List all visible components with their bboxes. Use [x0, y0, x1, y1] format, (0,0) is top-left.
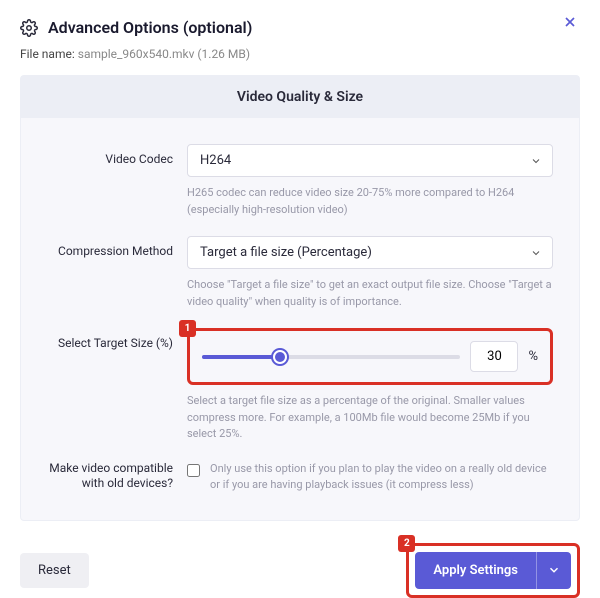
codec-value: H264: [200, 153, 231, 168]
codec-help: H265 codec can reduce video size 20-75% …: [187, 185, 553, 218]
modal-footer: Reset 2 Apply Settings: [20, 543, 580, 598]
callout-badge: 1: [179, 320, 196, 337]
callout-badge: 2: [398, 535, 415, 552]
modal-title: Advanced Options (optional): [48, 18, 252, 37]
compat-help: Only use this option if you plan to play…: [210, 461, 553, 494]
file-size: (1.26 MB): [197, 47, 250, 61]
reset-button[interactable]: Reset: [20, 553, 89, 588]
settings-panel: Video Quality & Size Video Codec H264 H2…: [20, 75, 580, 521]
codec-select[interactable]: H264: [187, 144, 553, 177]
method-label: Compression Method: [47, 236, 187, 260]
close-button[interactable]: [562, 14, 578, 30]
codec-label: Video Codec: [47, 144, 187, 168]
chevron-down-icon: [530, 155, 542, 167]
apply-button[interactable]: Apply Settings: [415, 552, 536, 589]
file-label: File name:: [20, 47, 75, 61]
file-info: File name: sample_960x540.mkv (1.26 MB): [20, 47, 580, 61]
target-slider[interactable]: [202, 355, 460, 359]
row-codec: Video Codec H264 H265 codec can reduce v…: [21, 144, 579, 218]
apply-dropdown-button[interactable]: [536, 552, 571, 589]
gear-icon: [20, 19, 38, 37]
apply-button-group: Apply Settings: [415, 552, 571, 589]
advanced-options-modal: Advanced Options (optional) File name: s…: [0, 0, 600, 526]
compat-checkbox-group[interactable]: Only use this option if you plan to play…: [187, 461, 553, 494]
file-name: sample_960x540.mkv: [78, 47, 195, 61]
apply-callout: 2 Apply Settings: [406, 543, 580, 598]
compat-label: Make video compatible with old devices?: [47, 461, 187, 492]
row-method: Compression Method Target a file size (P…: [21, 236, 579, 310]
row-compat: Make video compatible with old devices? …: [21, 461, 579, 494]
slider-thumb[interactable]: [273, 350, 287, 364]
method-value: Target a file size (Percentage): [200, 245, 372, 260]
modal-header: Advanced Options (optional): [20, 18, 580, 37]
row-target: Select Target Size (%) 1 % Select a targ…: [21, 328, 579, 443]
target-value-input[interactable]: [470, 341, 518, 372]
target-slider-group: 1 %: [187, 328, 553, 385]
compat-checkbox[interactable]: [187, 463, 200, 478]
percent-sign: %: [528, 349, 538, 364]
slider-fill: [202, 355, 280, 359]
method-help: Choose "Target a file size" to get an ex…: [187, 277, 553, 310]
panel-title: Video Quality & Size: [21, 76, 579, 118]
target-label: Select Target Size (%): [47, 328, 187, 352]
method-select[interactable]: Target a file size (Percentage): [187, 236, 553, 269]
chevron-down-icon: [547, 563, 561, 577]
chevron-down-icon: [530, 247, 542, 259]
target-help: Select a target file size as a percentag…: [187, 393, 553, 443]
